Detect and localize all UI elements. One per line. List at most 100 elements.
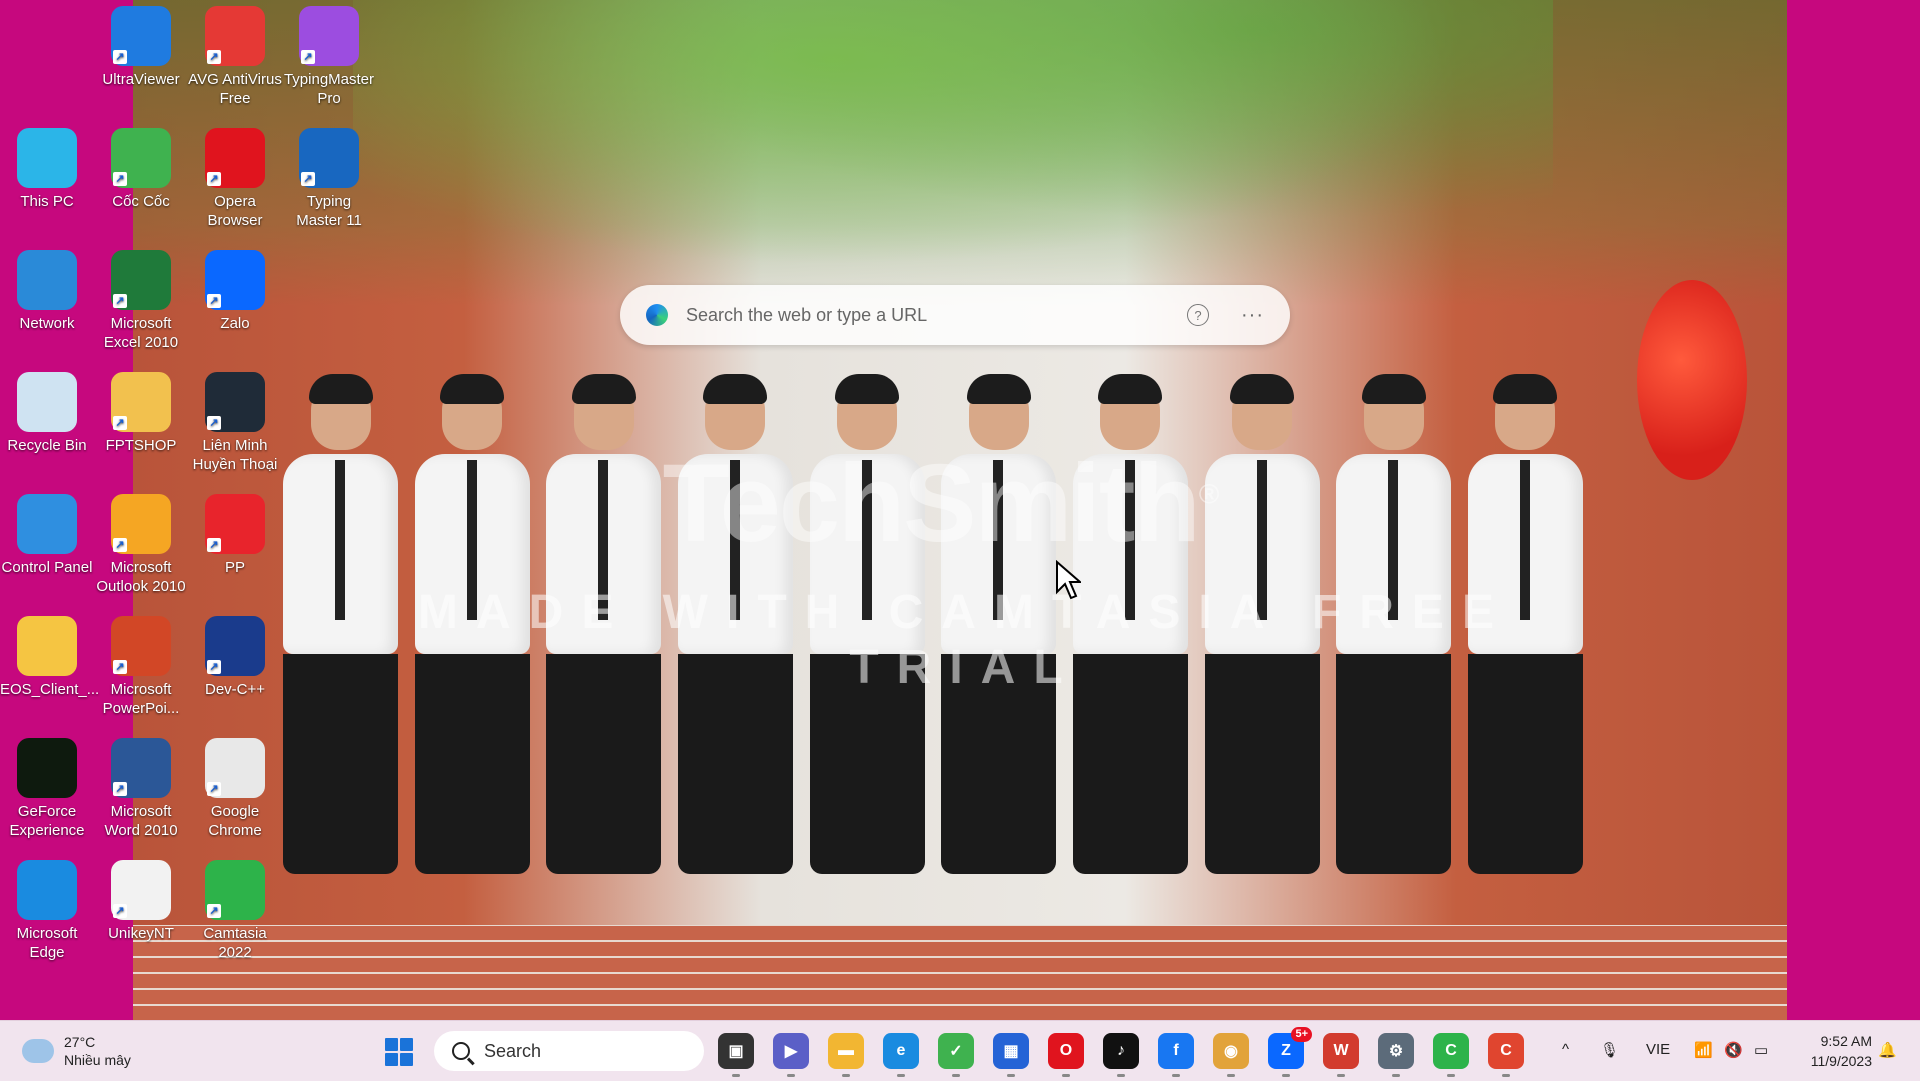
edge-icon: e: [896, 1042, 906, 1059]
desktop-icon-avg-antivirus[interactable]: ↗ AVG AntiVirus Free: [188, 6, 282, 108]
network-globe-icon: [17, 250, 77, 310]
desktop-icon-folder[interactable]: ↗ FPTSHOP: [94, 372, 188, 455]
typingmaster-pro-icon: ↗: [299, 6, 359, 66]
desktop-icon-coccoc[interactable]: ↗ Cốc Cốc: [94, 128, 188, 211]
file-explorer-icon: ▬: [838, 1042, 854, 1059]
desktop-icon-typingmaster-pro[interactable]: ↗ TypingMaster Pro: [282, 6, 376, 108]
desktop-icon-excel[interactable]: ↗ Microsoft Excel 2010: [94, 250, 188, 352]
folder-icon: ↗: [111, 372, 171, 432]
coccoc-icon: ✓: [949, 1043, 963, 1060]
desktop-icon-label: Cốc Cốc: [112, 193, 170, 210]
folder-icon: [17, 616, 77, 676]
weather-condition: Nhiều mây: [64, 1052, 131, 1068]
desktop-icon-label: Microsoft Edge: [16, 925, 78, 961]
shortcut-arrow-icon: ↗: [113, 904, 127, 918]
desktop-icon-recycle-bin[interactable]: Recycle Bin: [0, 372, 94, 455]
camtasia-icon: ↗: [205, 860, 265, 920]
shortcut-arrow-icon: ↗: [113, 172, 127, 186]
taskbar-app-camtasia[interactable]: C: [1433, 1033, 1469, 1077]
desktop-icon-powerpoint[interactable]: ↗ Microsoft PowerPoi...: [94, 616, 188, 718]
desktop-icon-label: Network: [19, 315, 75, 332]
shortcut-arrow-icon: ↗: [113, 416, 127, 430]
desktop-icon-control-panel[interactable]: Control Panel: [0, 494, 94, 577]
language-indicator[interactable]: VIE: [1646, 1041, 1670, 1058]
running-indicator: [1502, 1074, 1510, 1077]
wifi-icon[interactable]: 📶: [1694, 1041, 1713, 1059]
show-hidden-icons-chevron[interactable]: ^: [1562, 1041, 1569, 1058]
battery-icon[interactable]: ▭: [1754, 1041, 1768, 1059]
taskbar-search[interactable]: Search: [434, 1031, 704, 1071]
shortcut-arrow-icon: ↗: [207, 172, 221, 186]
desktop-icon-label: Opera Browser: [207, 193, 263, 229]
running-indicator: [1007, 1074, 1015, 1077]
desktop-icon-league[interactable]: ↗ Liên Minh Huyền Thoại: [188, 372, 282, 474]
desktop-icon-label: This PC: [20, 193, 74, 210]
desktop-icon-chrome[interactable]: ↗ Google Chrome: [188, 738, 282, 840]
desktop-icon-label: Dev-C++: [204, 681, 266, 698]
desktop-icon-edge[interactable]: Microsoft Edge: [0, 860, 94, 962]
taskbar-app-zalo[interactable]: Z 5+: [1268, 1027, 1312, 1077]
taskbar-app-ms-store[interactable]: ▦: [993, 1033, 1029, 1077]
desktop-icon-zalo[interactable]: ↗ Zalo: [188, 250, 282, 333]
taskbar-app-facebook[interactable]: f: [1158, 1033, 1194, 1077]
volume-muted-icon[interactable]: 🔇: [1724, 1041, 1743, 1059]
taskbar-app-file-explorer[interactable]: ▬: [828, 1033, 864, 1077]
typing-master-icon: ↗: [299, 128, 359, 188]
desktop-icon-opera[interactable]: ↗ Opera Browser: [188, 128, 282, 230]
desktop-icon-label: Microsoft Word 2010: [104, 803, 178, 839]
taskbar-app-task-view[interactable]: ▣: [718, 1033, 754, 1077]
taskbar-app-edge[interactable]: e: [883, 1033, 919, 1077]
desktop-icon-word[interactable]: ↗ Microsoft Word 2010: [94, 738, 188, 840]
running-indicator: [897, 1074, 905, 1077]
taskbar-app-opera[interactable]: O: [1048, 1033, 1084, 1077]
desktop-icon-label: GeForce Experience: [9, 803, 85, 839]
notification-bell-icon[interactable]: 🔔: [1878, 1041, 1897, 1059]
avg-antivirus-icon: ↗: [205, 6, 265, 66]
clock-time: 9:52 AM: [1820, 1033, 1872, 1049]
shortcut-arrow-icon: ↗: [113, 782, 127, 796]
taskbar-app-chrome[interactable]: ◉: [1213, 1033, 1249, 1077]
coccoc-icon: ↗: [111, 128, 171, 188]
desktop-icon-nvidia[interactable]: GeForce Experience: [0, 738, 94, 840]
shortcut-arrow-icon: ↗: [301, 50, 315, 64]
teams-icon: ▶: [784, 1043, 798, 1060]
desktop-icon-camtasia[interactable]: ↗ Camtasia 2022: [188, 860, 282, 962]
running-indicator: [1117, 1074, 1125, 1077]
desktop-icon-label: Control Panel: [1, 559, 93, 576]
zalo-icon: Z: [1281, 1042, 1291, 1059]
search-icon: [452, 1042, 470, 1060]
wallpaper-brick-wall: [133, 925, 1787, 1020]
desktop-icon-ultraviewer[interactable]: ↗ UltraViewer: [94, 6, 188, 89]
taskbar-app-wps[interactable]: W: [1323, 1033, 1359, 1077]
notification-badge: 5+: [1291, 1027, 1312, 1042]
desktop-icon-label: PP: [224, 559, 245, 576]
desktop-icon-monitor[interactable]: This PC: [0, 128, 94, 211]
techsmith-watermark-logo: TechSmith®: [662, 442, 1220, 565]
taskbar-app-settings[interactable]: ⚙: [1378, 1033, 1414, 1077]
weather-cloud-icon: [18, 1031, 54, 1063]
desktop-icon-outlook[interactable]: ↗ Microsoft Outlook 2010: [94, 494, 188, 596]
system-clock[interactable]: 9:52 AM 11/9/2023: [1796, 1031, 1872, 1071]
start-button[interactable]: [385, 1038, 413, 1066]
more-options-icon[interactable]: ···: [1241, 304, 1264, 327]
microphone-icon[interactable]: 🎙: [1600, 1041, 1619, 1059]
desktop-icon-typing-master[interactable]: ↗ Typing Master 11: [282, 128, 376, 230]
taskbar-app-tiktok[interactable]: ♪: [1103, 1033, 1139, 1077]
taskbar-app-coccoc[interactable]: ✓: [938, 1033, 974, 1077]
clock-date: 11/9/2023: [1810, 1053, 1872, 1069]
weather-widget[interactable]: 27°C Nhiều mây: [18, 1031, 131, 1069]
desktop-icon-unikey[interactable]: ↗ UnikeyNT: [94, 860, 188, 943]
taskbar-app-camtasia-recorder[interactable]: C: [1488, 1033, 1524, 1077]
desktop-icon-folder[interactable]: EOS_Client_...: [0, 616, 99, 699]
browser-search-box[interactable]: Search the web or type a URL ? ···: [620, 285, 1290, 345]
taskbar-app-teams[interactable]: ▶: [773, 1033, 809, 1077]
shortcut-arrow-icon: ↗: [207, 782, 221, 796]
search-placeholder[interactable]: Search the web or type a URL: [686, 305, 1187, 326]
desktop-icon-riot[interactable]: ↗ PP: [188, 494, 282, 577]
help-icon[interactable]: ?: [1187, 304, 1210, 326]
tiktok-icon: ♪: [1117, 1042, 1125, 1059]
desktop-icon-label: Recycle Bin: [7, 437, 87, 454]
desktop-icon-devcpp[interactable]: ↗ Dev-C++: [188, 616, 282, 699]
desktop-icon-network-globe[interactable]: Network: [0, 250, 94, 333]
wallpaper-leaves: [353, 0, 1553, 300]
